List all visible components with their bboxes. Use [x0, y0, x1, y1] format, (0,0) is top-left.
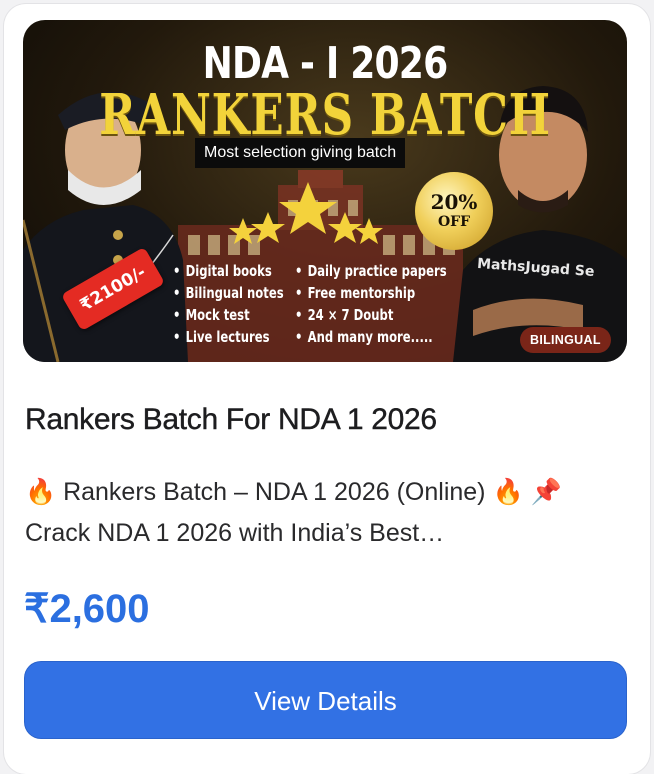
- discount-percent: 20%: [430, 190, 478, 214]
- feature-item: 24 × 7 Doubt: [295, 306, 394, 324]
- course-price: ₹2,600: [24, 587, 150, 631]
- feature-item: Daily practice papers: [295, 262, 447, 280]
- view-details-button[interactable]: View Details: [25, 662, 626, 738]
- banner-tagline: Most selection giving batch: [195, 138, 406, 168]
- bilingual-badge: BILINGUAL: [520, 327, 611, 353]
- course-title[interactable]: Rankers Batch For NDA 1 2026: [25, 403, 438, 437]
- description-line: 🔥 Rankers Batch – NDA 1 2026 (Online) 🔥 …: [25, 478, 562, 506]
- feature-item: Digital books: [173, 262, 272, 280]
- feature-item: Bilingual notes: [173, 284, 284, 302]
- feature-item: Live lectures: [173, 328, 270, 346]
- course-banner-image[interactable]: NDA - I 2026 RANKERS BATCH Most selectio…: [23, 20, 627, 362]
- course-description: 🔥 Rankers Batch – NDA 1 2026 (Online) 🔥 …: [25, 472, 625, 554]
- discount-word: OFF: [437, 214, 471, 230]
- feature-item: Free mentorship: [295, 284, 416, 302]
- feature-item: And many more.....: [295, 328, 433, 346]
- description-line: Crack NDA 1 2026 with India’s Best…: [25, 519, 445, 547]
- discount-seal: 20% OFF: [415, 172, 493, 250]
- feature-item: Mock test: [173, 306, 250, 324]
